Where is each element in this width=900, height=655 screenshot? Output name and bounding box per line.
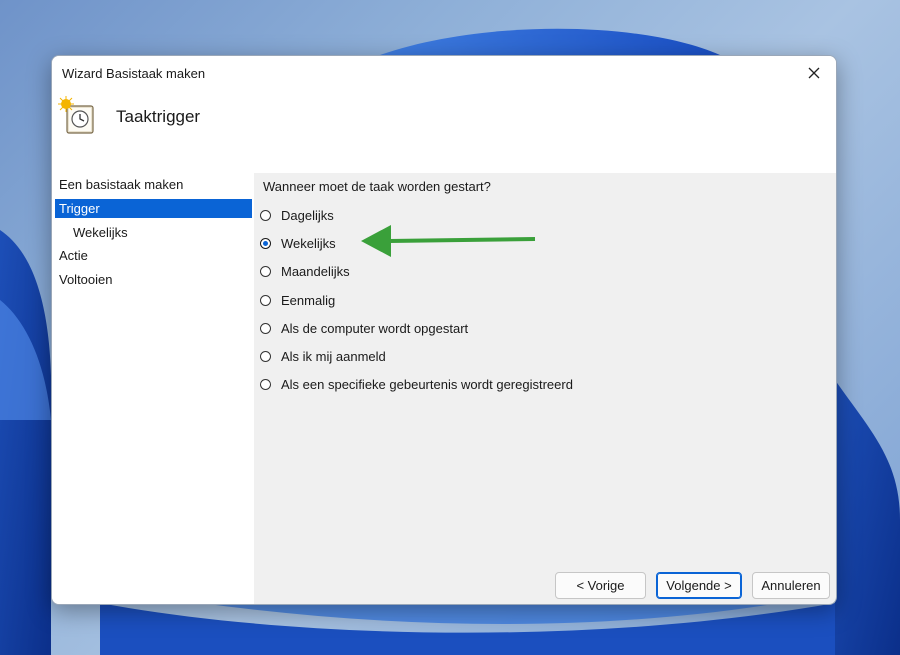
title-bar: Wizard Basistaak maken (52, 56, 836, 90)
back-button[interactable]: < Vorige (555, 572, 646, 599)
page-title: Taaktrigger (116, 107, 201, 126)
close-button[interactable] (792, 56, 836, 90)
close-icon (808, 67, 820, 79)
annotation-arrow-icon (361, 225, 536, 257)
option-daily[interactable]: Dagelijks (260, 205, 334, 225)
option-once-label: Eenmalig (281, 292, 336, 308)
option-monthly-label: Maandelijks (281, 263, 350, 279)
sidebar-item-weekly[interactable]: Wekelijks (55, 223, 252, 242)
radio-log-on[interactable] (260, 350, 271, 362)
wizard-steps-sidebar: Een basistaak maken Trigger Wekelijks Ac… (52, 173, 254, 604)
trigger-options-panel: Wanneer moet de taak worden gestart? Dag… (254, 173, 836, 604)
option-log-on[interactable]: Als ik mij aanmeld (260, 346, 386, 366)
option-computer-starts-label: Als de computer wordt opgestart (281, 320, 469, 336)
option-once[interactable]: Eenmalig (260, 290, 335, 310)
radio-daily[interactable] (260, 209, 271, 221)
radio-weekly[interactable] (260, 237, 271, 249)
sidebar-item-create-basic-task[interactable]: Een basistaak maken (55, 175, 252, 194)
option-event-logged-label: Als een specifieke gebeurtenis wordt ger… (281, 376, 573, 392)
sidebar-item-finish[interactable]: Voltooien (55, 270, 252, 289)
option-event-logged[interactable]: Als een specifieke gebeurtenis wordt ger… (260, 374, 573, 394)
option-monthly[interactable]: Maandelijks (260, 261, 350, 281)
sidebar-item-action[interactable]: Actie (55, 246, 252, 265)
radio-monthly[interactable] (260, 265, 271, 277)
task-clock-icon (58, 96, 94, 134)
option-computer-starts[interactable]: Als de computer wordt opgestart (260, 318, 468, 338)
option-weekly[interactable]: Wekelijks (260, 233, 336, 253)
radio-computer-starts[interactable] (260, 322, 271, 334)
sidebar-item-trigger[interactable]: Trigger (55, 199, 252, 218)
radio-event-logged[interactable] (260, 378, 271, 390)
wizard-dialog: Wizard Basistaak maken Taaktrigger Een b… (51, 55, 837, 605)
wizard-header: Taaktrigger (52, 90, 836, 173)
next-button[interactable]: Volgende > (656, 572, 742, 599)
trigger-question: Wanneer moet de taak worden gestart? (263, 179, 491, 194)
option-log-on-label: Als ik mij aanmeld (281, 348, 386, 364)
option-daily-label: Dagelijks (281, 207, 334, 223)
cancel-button[interactable]: Annuleren (752, 572, 830, 599)
window-title: Wizard Basistaak maken (62, 66, 206, 81)
option-weekly-label: Wekelijks (281, 235, 336, 251)
radio-once[interactable] (260, 294, 271, 306)
